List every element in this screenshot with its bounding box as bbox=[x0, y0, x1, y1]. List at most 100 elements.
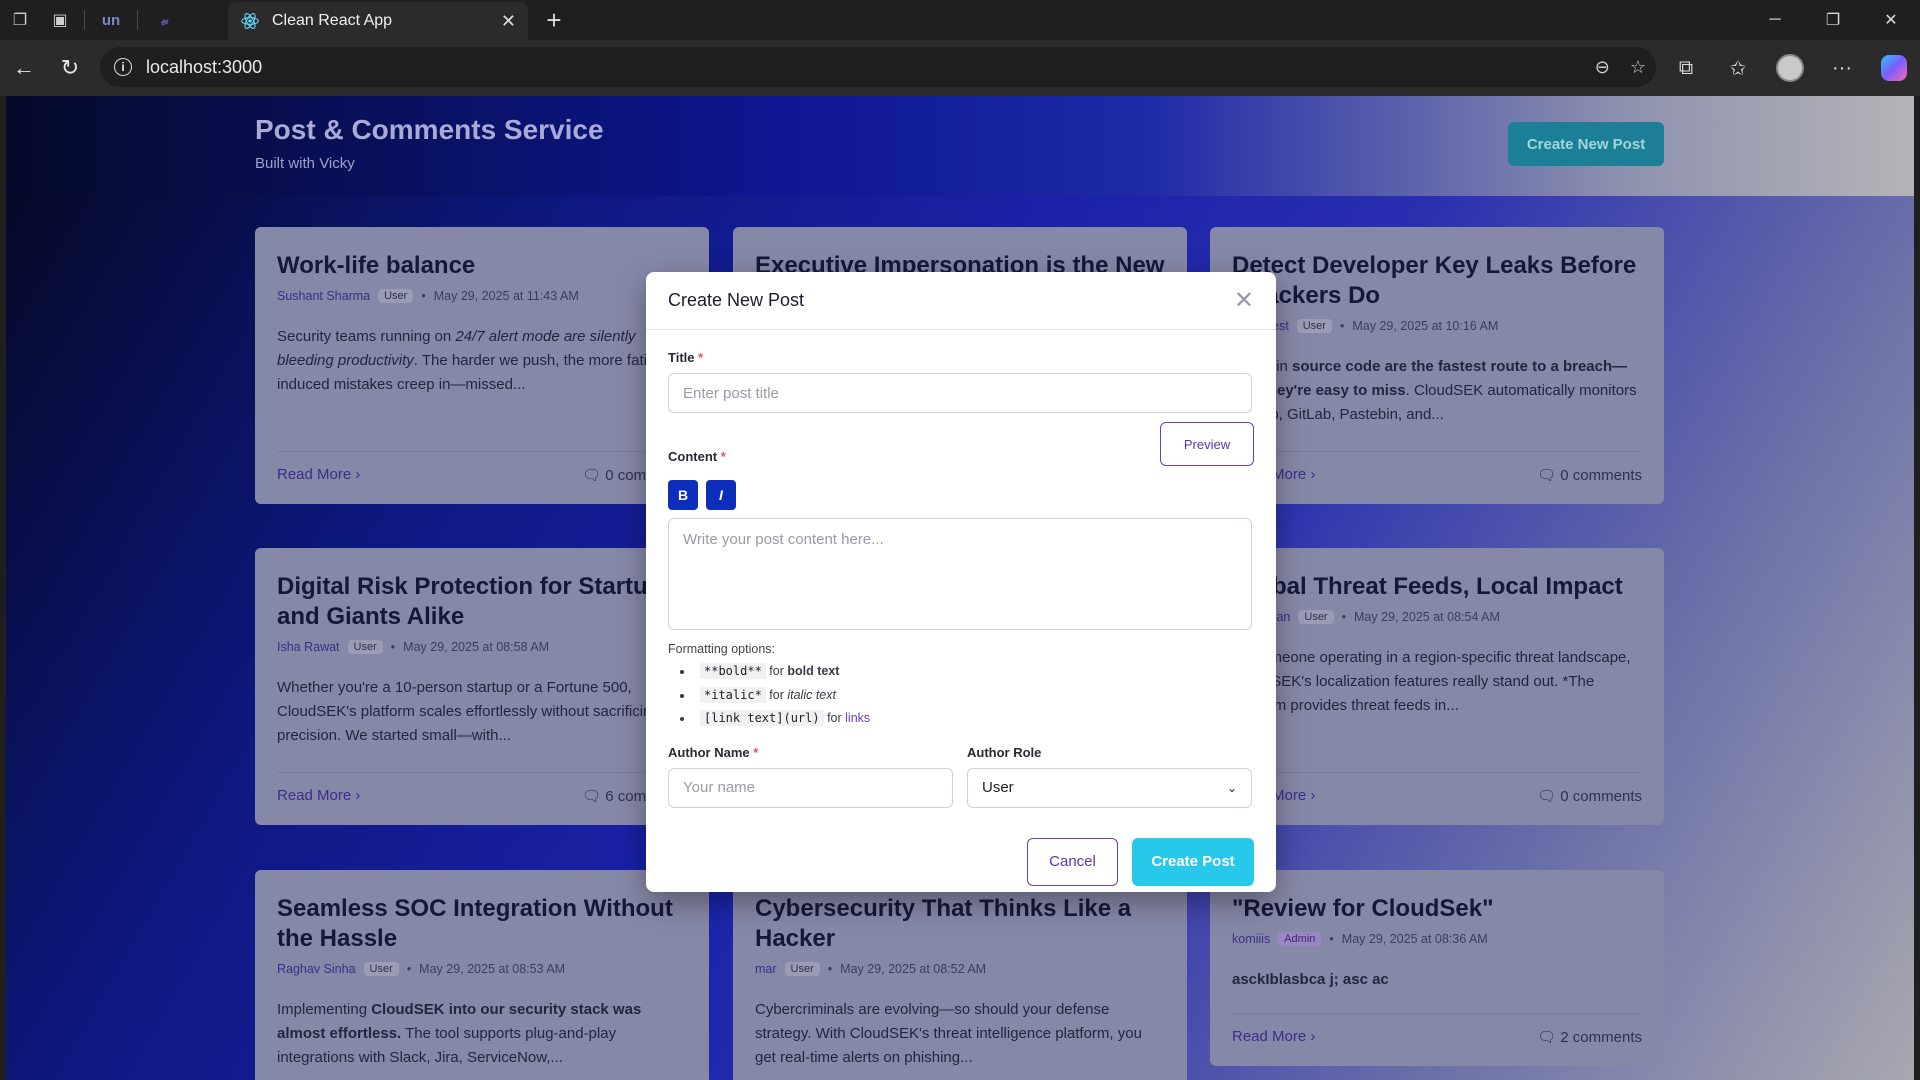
post-meta: Raghav Sinha User • May 29, 2025 at 08:53 A… bbox=[277, 962, 566, 976]
more-menu-icon[interactable]: ··· bbox=[1816, 57, 1868, 80]
read-more-link[interactable]: Read More › bbox=[277, 787, 360, 805]
app-header: Post & Comments Service Built with Vicky… bbox=[6, 96, 1914, 196]
post-title[interactable]: Digital Risk Protection for Startups and… bbox=[277, 572, 687, 632]
address-text: localhost:3000 bbox=[146, 56, 263, 77]
refresh-icon[interactable]: ↻ bbox=[48, 46, 92, 90]
profile-icon[interactable] bbox=[1764, 54, 1816, 82]
role-badge: User bbox=[378, 289, 414, 303]
content-textarea[interactable]: Write your post content here... bbox=[668, 518, 1252, 630]
post-excerpt: Security teams running on 24/7 alert mod… bbox=[277, 328, 677, 393]
favorites-icon[interactable]: ✩ bbox=[1712, 56, 1764, 81]
post-author: Isha Rawat bbox=[277, 640, 340, 654]
pinned-tab-un[interactable]: un bbox=[89, 0, 133, 40]
post-title[interactable]: "Review for CloudSek" bbox=[1232, 894, 1642, 924]
italic-button[interactable]: I bbox=[706, 480, 736, 510]
tab-clean-react-app[interactable]: Clean React App ✕ bbox=[228, 2, 528, 40]
site-info-icon[interactable]: i bbox=[114, 58, 132, 76]
address-actions: ⊖ ☆ bbox=[1595, 47, 1646, 87]
read-more-link[interactable]: Read More › bbox=[277, 466, 360, 484]
browser-tools: ⧉ ✩ ··· bbox=[1660, 40, 1920, 96]
post-card: Digital Risk Protection for Startups and… bbox=[255, 548, 709, 825]
post-title[interactable]: Seamless SOC Integration Without the Has… bbox=[277, 894, 687, 954]
create-new-post-button[interactable]: Create New Post bbox=[1508, 122, 1664, 166]
author-row: Author Name * Your name Author Role User… bbox=[668, 745, 1254, 808]
formatting-options-list: **bold** for bold text *italic* for ital… bbox=[668, 660, 1254, 731]
comments-count: 🗨 0 comments bbox=[1537, 467, 1642, 484]
post-excerpt: Leaks in source code are the fastest rou… bbox=[1232, 358, 1637, 423]
author-name-group: Author Name * Your name bbox=[668, 745, 953, 808]
browser-tab-bar: ❐ ▣ un 𝓋 Clean React App ✕ + ─ ❐ ✕ bbox=[0, 0, 1920, 40]
author-name-input[interactable]: Your name bbox=[668, 767, 953, 808]
role-badge: User bbox=[784, 962, 820, 976]
post-card: "Review for CloudSek" komiiis Admin • May 2… bbox=[1210, 870, 1664, 1066]
create-post-button[interactable]: Create Post bbox=[1132, 837, 1254, 886]
post-title[interactable]: Work-life balance bbox=[277, 251, 687, 281]
post-meta: mar User • May 29, 2025 at 08:52 AM bbox=[755, 962, 987, 976]
post-excerpt: asckIblasbca j; asc ac bbox=[1232, 971, 1389, 988]
role-badge: User bbox=[363, 962, 399, 976]
post-card: Detect Developer Key Leaks Before Attack… bbox=[1210, 227, 1664, 504]
favorite-star-icon[interactable]: ☆ bbox=[1630, 57, 1646, 78]
post-date: May 29, 2025 at 08:36 AM bbox=[1341, 932, 1488, 946]
modal-body: Title * Enter post title Content * Previ… bbox=[646, 330, 1276, 904]
author-role-group: Author Role User ⌄ bbox=[967, 745, 1252, 808]
page-viewport: Post & Comments Service Built with Vicky… bbox=[6, 96, 1914, 1080]
post-excerpt: Cybercriminals are evolving—so should yo… bbox=[755, 1001, 1142, 1066]
back-icon[interactable]: ← bbox=[2, 46, 46, 90]
close-window-icon[interactable]: ✕ bbox=[1862, 0, 1920, 40]
copilot-icon[interactable] bbox=[1868, 55, 1920, 81]
post-date: May 29, 2025 at 11:43 AM bbox=[433, 289, 579, 303]
read-more-link[interactable]: Read More › bbox=[1232, 1028, 1315, 1046]
pinned-tab-v-icon[interactable]: 𝓋 bbox=[142, 0, 186, 40]
post-card: Work-life balance Sushant Sharma User • May… bbox=[255, 227, 709, 504]
create-post-modal: Create New Post ✕ Title * Enter post tit… bbox=[646, 272, 1276, 892]
restore-icon[interactable]: ❐ bbox=[1804, 0, 1862, 40]
post-date: May 29, 2025 at 08:53 AM bbox=[419, 962, 566, 976]
comments-count: 🗨 2 comments bbox=[1537, 1029, 1642, 1046]
workspaces-icon[interactable]: ❐ bbox=[0, 0, 40, 40]
role-badge: User bbox=[1298, 610, 1334, 624]
post-card: Seamless SOC Integration Without the Has… bbox=[255, 870, 709, 1080]
preview-button[interactable]: Preview bbox=[1160, 422, 1254, 466]
post-author: mar bbox=[755, 962, 777, 976]
bold-button[interactable]: B bbox=[668, 480, 698, 510]
post-author: Raghav Sinha bbox=[277, 962, 356, 976]
window-controls: ─ ❐ ✕ bbox=[1746, 0, 1920, 40]
post-meta: Isha Rawat User • May 29, 2025 at 08:58 AM bbox=[277, 640, 550, 654]
chevron-down-icon: ⌄ bbox=[1226, 780, 1237, 795]
post-date: May 29, 2025 at 08:52 AM bbox=[840, 962, 987, 976]
zoom-icon[interactable]: ⊖ bbox=[1595, 57, 1610, 78]
post-date: May 29, 2025 at 10:16 AM bbox=[1352, 319, 1499, 333]
title-input[interactable]: Enter post title bbox=[668, 373, 1252, 413]
minimize-icon[interactable]: ─ bbox=[1746, 0, 1804, 40]
react-logo-icon bbox=[241, 13, 259, 29]
new-tab-icon[interactable]: + bbox=[534, 0, 574, 40]
close-tab-icon[interactable]: ✕ bbox=[501, 11, 516, 32]
address-bar[interactable]: i localhost:3000 ⊖ ☆ bbox=[100, 47, 1656, 87]
author-role-label: Author Role bbox=[967, 744, 1042, 760]
post-footer: Read More ›🗨 0 comments bbox=[1232, 772, 1642, 805]
close-icon[interactable]: ✕ bbox=[1234, 286, 1254, 315]
vertical-tabs-icon[interactable]: ▣ bbox=[40, 0, 80, 40]
post-date: May 29, 2025 at 08:54 AM bbox=[1354, 610, 1500, 624]
post-meta: Sushant Sharma User • May 29, 2025 at 11:43… bbox=[277, 289, 579, 303]
author-role-select[interactable]: User ⌄ bbox=[967, 767, 1252, 808]
post-title[interactable]: Global Threat Feeds, Local Impact bbox=[1232, 572, 1642, 602]
tab-separator bbox=[137, 10, 138, 30]
cancel-button[interactable]: Cancel bbox=[1027, 837, 1118, 886]
title-label: Title * bbox=[668, 350, 704, 365]
formatting-option: **bold** for bold text bbox=[694, 660, 1254, 684]
comments-count: 🗨 0 comments bbox=[1537, 788, 1642, 805]
role-badge: User bbox=[1296, 319, 1332, 333]
post-card: Global Threat Feeds, Local Impact Zara K… bbox=[1210, 548, 1664, 825]
post-author: Sushant Sharma bbox=[277, 289, 371, 303]
post-title[interactable]: Detect Developer Key Leaks Before Attack… bbox=[1232, 251, 1642, 311]
page-title: Post & Comments Service bbox=[255, 114, 604, 145]
links-sample-link[interactable]: links bbox=[845, 711, 870, 725]
extensions-icon[interactable]: ⧉ bbox=[1660, 57, 1712, 80]
post-author: komiiis bbox=[1232, 932, 1271, 946]
post-footer: Read More ›🗨 0 comments bbox=[277, 451, 687, 484]
post-meta: Zara KhanUser•May 29, 2025 at 08:54 AM bbox=[1232, 610, 1642, 624]
post-footer: Read More ›🗨 6 comments bbox=[277, 772, 687, 805]
copilot-logo bbox=[1881, 55, 1907, 81]
